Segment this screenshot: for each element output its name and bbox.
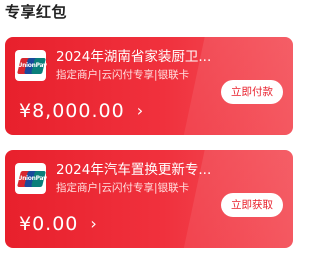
amount-row[interactable]: ¥0.00 ›	[19, 212, 97, 236]
chevron-right-icon[interactable]: ›	[90, 212, 96, 236]
unionpay-logo-text: UnionPay	[17, 61, 48, 69]
pay-now-button[interactable]: 立即付款	[221, 80, 283, 104]
chevron-right-icon[interactable]: ›	[137, 99, 143, 123]
unionpay-logo: UnionPay	[15, 163, 48, 194]
card-title: 2024年汽车置换更新专...	[56, 162, 212, 178]
unionpay-logo: UnionPay	[15, 50, 48, 81]
unionpay-logo-text: UnionPay	[17, 174, 48, 182]
card-title: 2024年湖南省家装厨卫...	[56, 49, 212, 65]
claim-now-button[interactable]: 立即获取	[221, 193, 283, 217]
card-amount: ¥8,000.00	[19, 100, 125, 122]
red-packet-card[interactable]: UnionPay 2024年湖南省家装厨卫... 指定商户|云闪付专享|银联卡 …	[5, 37, 293, 135]
red-packet-card[interactable]: UnionPay 2024年汽车置换更新专... 指定商户|云闪付专享|银联卡 …	[5, 150, 293, 248]
card-subtitle: 指定商户|云闪付专享|银联卡	[56, 69, 190, 81]
card-subtitle: 指定商户|云闪付专享|银联卡	[56, 182, 190, 194]
red-packet-page: 专享红包 UnionPay 2024年湖南省家装厨卫... 指定商户|云闪付专享…	[0, 0, 300, 254]
section-title: 专享红包	[5, 3, 68, 21]
unionpay-icon: UnionPay	[16, 57, 48, 74]
amount-row[interactable]: ¥8,000.00 ›	[19, 99, 143, 123]
unionpay-icon: UnionPay	[16, 170, 48, 187]
card-amount: ¥0.00	[19, 213, 79, 235]
